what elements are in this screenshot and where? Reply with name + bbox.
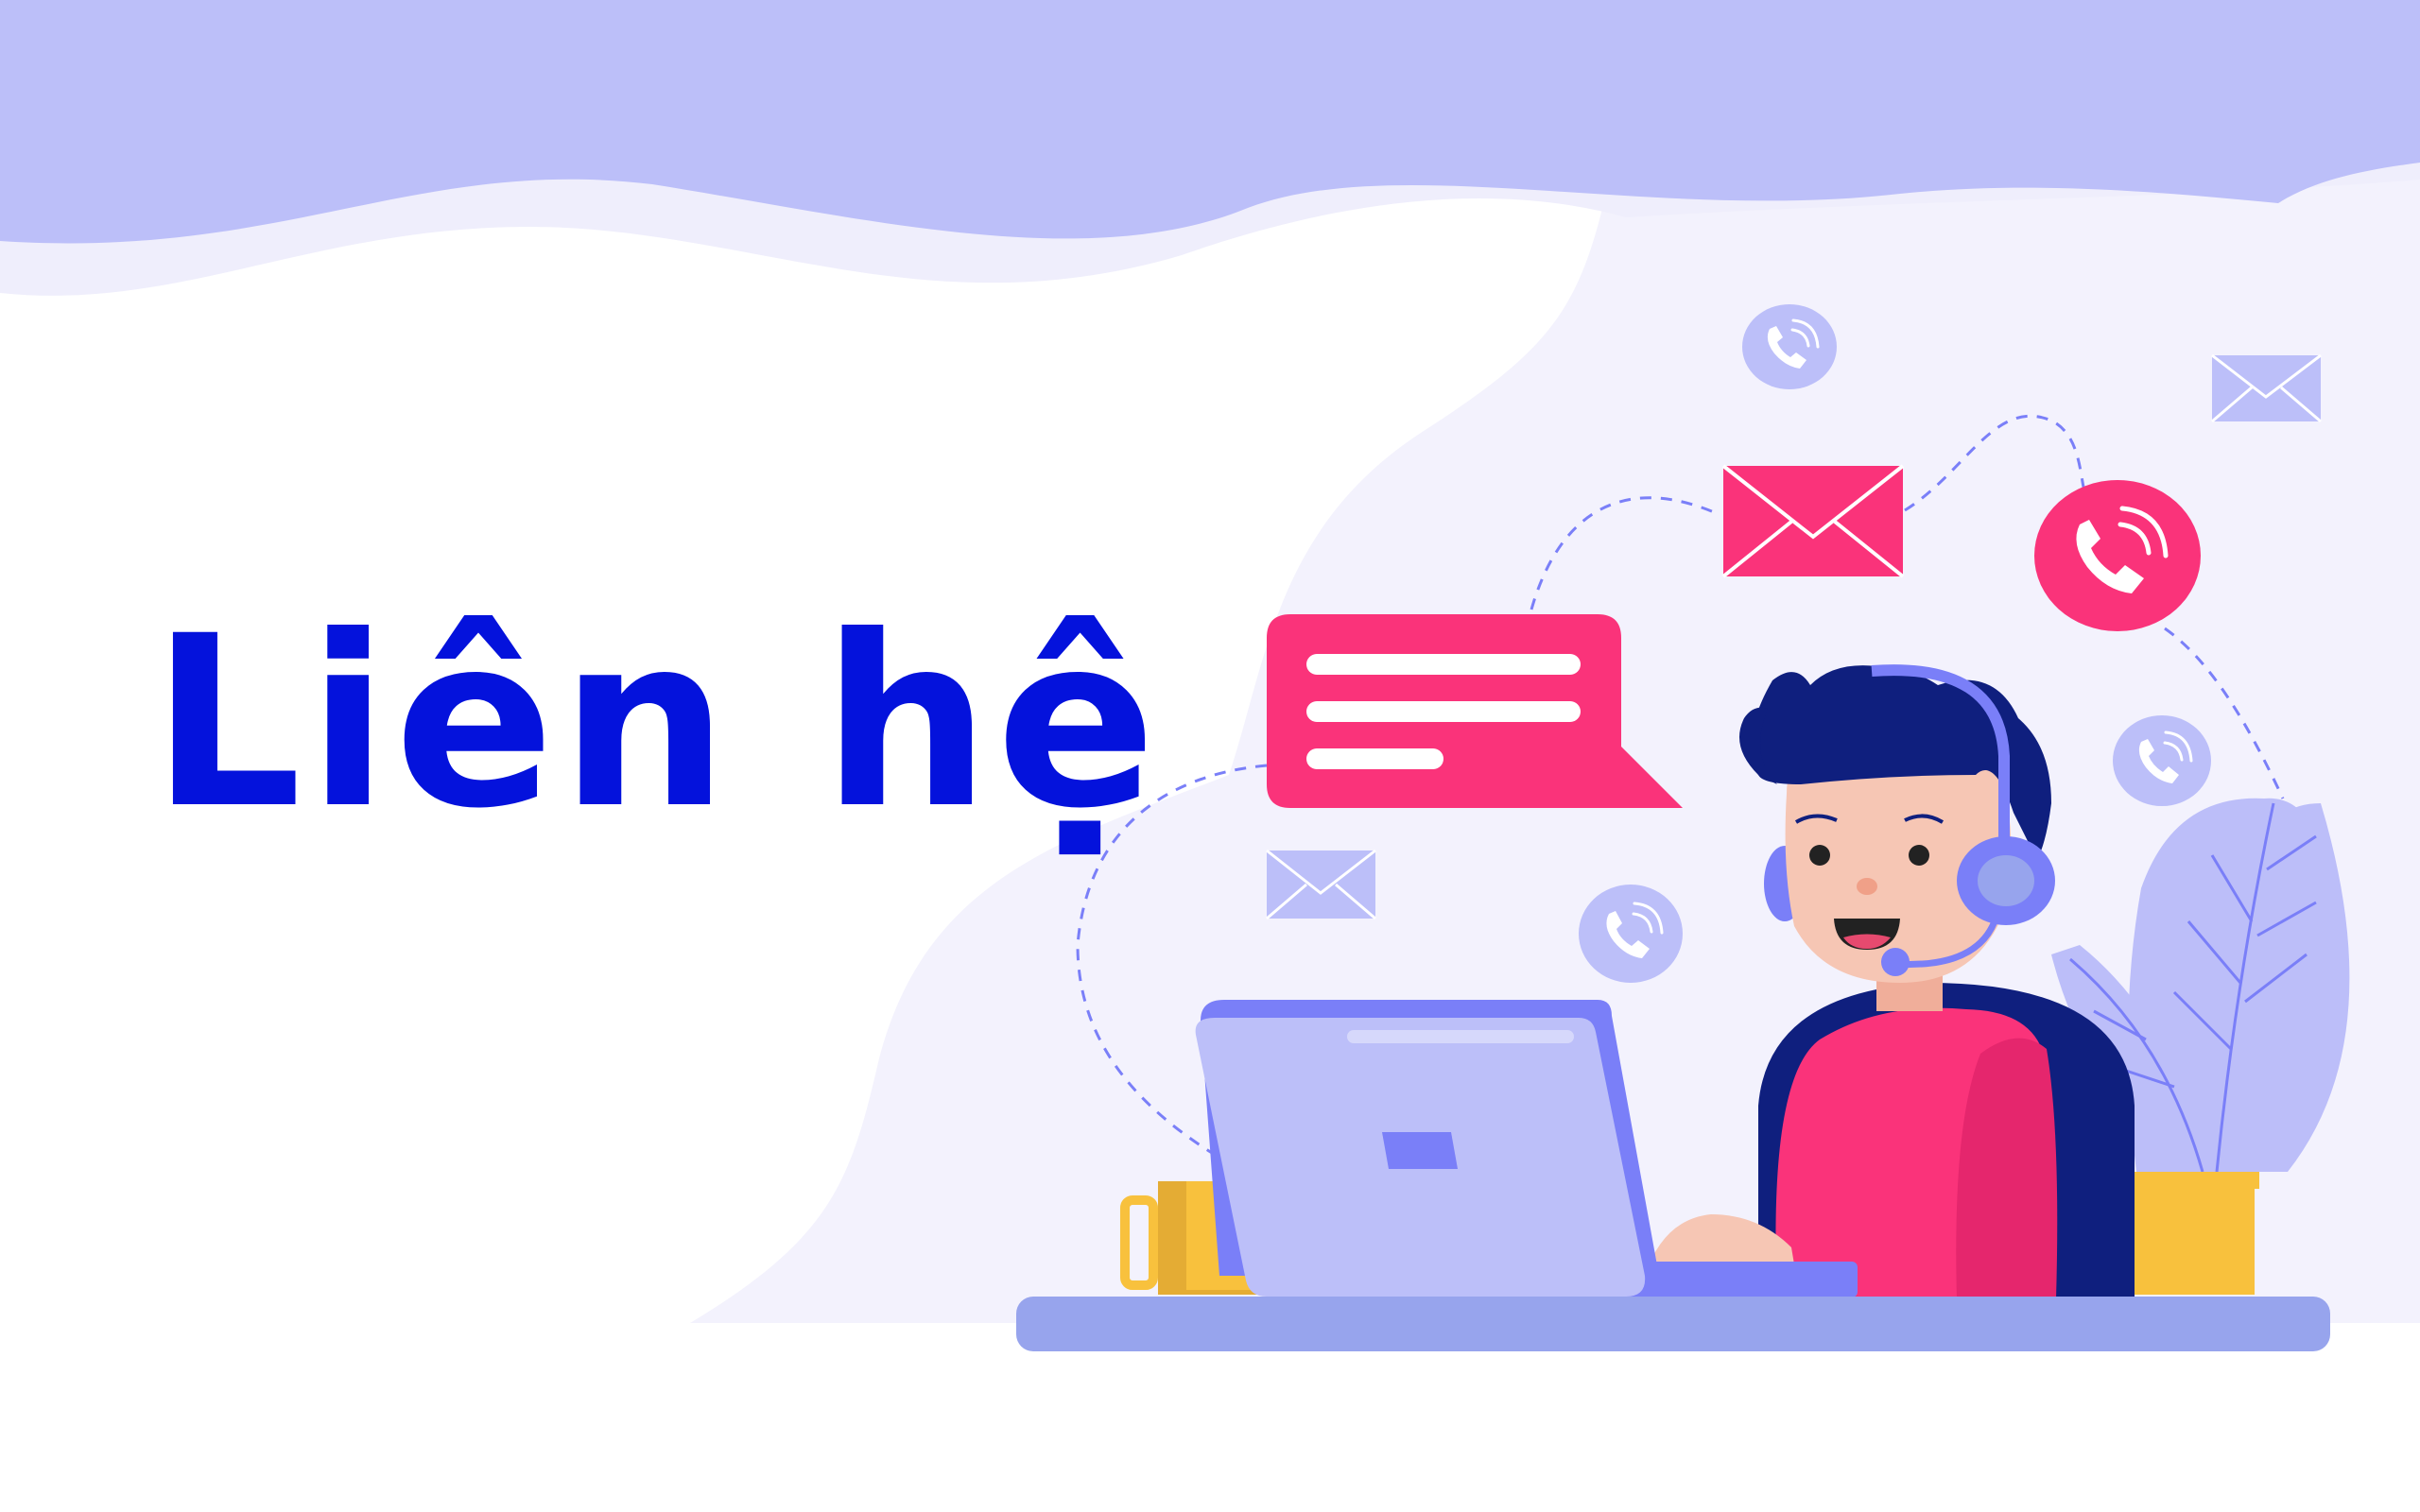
phone-icon	[2113, 715, 2211, 806]
desk	[1016, 1297, 2330, 1351]
phone-icon	[1742, 304, 1837, 389]
page-title: Liên hệ	[151, 585, 1163, 860]
envelope-icon	[1266, 849, 1376, 920]
laptop-icon	[1195, 1000, 1659, 1297]
contact-banner: Liên hệ	[0, 0, 2420, 1512]
envelope-icon	[2211, 353, 2322, 423]
phone-icon	[2034, 480, 2201, 631]
envelope-icon	[1721, 464, 1905, 578]
phone-icon	[1579, 885, 1683, 983]
chat-bubble-icon	[1267, 614, 1683, 808]
